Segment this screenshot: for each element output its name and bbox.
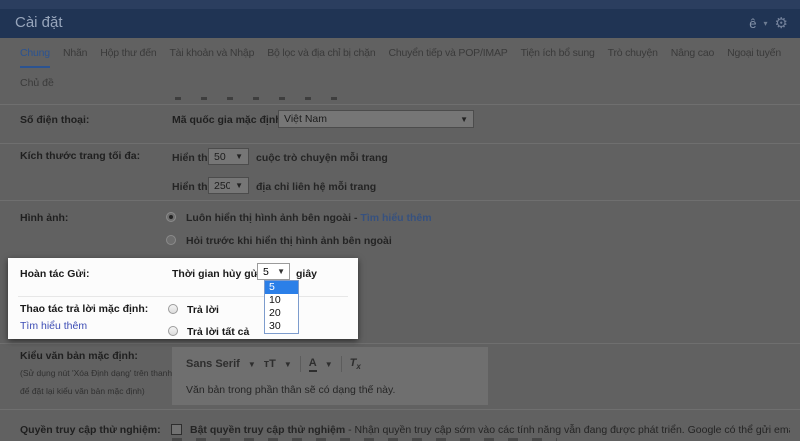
toolbar-separator — [340, 356, 342, 372]
always-show-images-radio[interactable] — [166, 212, 176, 222]
images-row-label: Hình ảnh: — [20, 212, 69, 224]
account-label[interactable]: ê — [749, 16, 756, 31]
experimental-description: Bật quyền truy cập thử nghiệm - Nhận quy… — [190, 424, 790, 436]
country-code-select[interactable]: Việt Nam ▼ — [278, 110, 474, 128]
text-color-icon[interactable]: A — [308, 357, 317, 372]
text-style-note-line2: để đặt lại kiểu văn bản mặc định) — [20, 386, 145, 396]
contacts-per-page-value: 250 — [214, 179, 231, 192]
country-code-value: Việt Nam — [284, 113, 327, 125]
page-size-row-label: Kích thước trang tối đa: — [20, 150, 141, 162]
row-divider — [0, 343, 800, 344]
dropdown-option-30[interactable]: 30 — [265, 320, 298, 333]
conversations-per-page-value: 50 — [214, 150, 226, 163]
tab-tro-chuyen[interactable]: Trò chuyện — [608, 47, 658, 68]
cancellation-period-dropdown: 5 10 20 30 — [264, 280, 299, 334]
images-learn-more-link[interactable]: Tìm hiểu thêm — [360, 212, 431, 224]
settings-tab-bar: Chung Nhãn Hộp thư đến Tài khoản và Nhập… — [20, 47, 781, 68]
text-style-row-label: Kiểu văn bản mặc định: — [20, 350, 138, 362]
experimental-row-label: Quyền truy cập thử nghiệm: — [20, 424, 161, 436]
contacts-per-page-select[interactable]: 250 ▼ — [208, 177, 249, 194]
reply-all-radio-label: Trả lời tất cả — [187, 326, 250, 338]
font-family-button[interactable]: Sans Serif — [186, 358, 240, 370]
experimental-description-text: - Nhận quyền truy cập sớm vào các tính n… — [345, 424, 790, 436]
conversations-suffix: cuộc trò chuyện mỗi trang — [256, 152, 388, 164]
ask-before-images-radio[interactable] — [166, 235, 176, 245]
app-header: Cài đặt ê ▾ ⚙ — [0, 9, 800, 38]
reply-radio-label: Trả lời — [187, 304, 219, 316]
chevron-down-icon[interactable]: ▾ — [764, 19, 768, 28]
show-label-2: Hiển thị — [172, 181, 211, 193]
select-caret-icon: ▼ — [277, 267, 285, 276]
formatting-toolbar: Sans Serif ▼ ᴛT ▼ A ▼ Tx — [186, 356, 361, 372]
select-caret-icon: ▼ — [235, 181, 243, 190]
tab-bo-loc[interactable]: Bộ lọc và địa chỉ bị chặn — [267, 47, 375, 68]
tab-tai-khoan[interactable]: Tài khoản và Nhập — [169, 47, 254, 68]
tab-nang-cao[interactable]: Nâng cao — [671, 47, 715, 68]
gear-icon[interactable]: ⚙ — [775, 14, 788, 32]
cancellation-period-value: 5 — [263, 265, 269, 278]
tab-chu-de[interactable]: Chủ đề — [20, 77, 54, 89]
seconds-unit-label: giây — [296, 268, 318, 280]
gmail-settings-page: Cài đặt ê ▾ ⚙ Chung Nhãn Hộp thư đến Tài… — [0, 0, 800, 441]
remove-formatting-icon[interactable]: Tx — [350, 357, 361, 371]
row-divider — [0, 409, 800, 410]
reply-all-radio[interactable] — [168, 326, 178, 336]
experimental-checkbox-label: Bật quyền truy cập thử nghiệm — [190, 424, 346, 436]
toolbar-separator — [299, 356, 301, 372]
spotlight-highlight-box: Hoàn tác Gửi: Thời gian hủy gửi: 5 ▼ giâ… — [8, 258, 358, 339]
reply-radio[interactable] — [168, 304, 178, 314]
dropdown-option-5[interactable]: 5 — [265, 281, 298, 294]
remove-formatting-x: x — [356, 362, 361, 372]
always-show-images-label: Luôn hiển thị hình ảnh bên ngoài - Tìm h… — [186, 212, 432, 224]
tab-nhan[interactable]: Nhãn — [63, 47, 88, 68]
always-show-images-text: Luôn hiển thị hình ảnh bên ngoài - — [186, 212, 361, 224]
tab-ngoai-tuyen[interactable]: Ngoại tuyến — [727, 47, 781, 68]
page-title: Cài đặt — [15, 14, 63, 31]
row-divider — [0, 104, 800, 105]
default-reply-row-label: Thao tác trả lời mặc định: — [20, 303, 149, 315]
country-code-label: Mã quốc gia mặc định: — [172, 114, 286, 126]
tab-tien-ich[interactable]: Tiện ích bổ sung — [521, 47, 595, 68]
experimental-access-checkbox[interactable] — [171, 424, 182, 435]
dropdown-option-20[interactable]: 20 — [265, 307, 298, 320]
undo-send-row-label: Hoàn tác Gửi: — [20, 268, 90, 280]
reply-learn-more-link[interactable]: Tìm hiểu thêm — [20, 320, 87, 332]
contacts-suffix: địa chỉ liên hệ mỗi trang — [256, 181, 377, 193]
phone-row-label: Số điện thoại: — [20, 114, 90, 126]
row-divider — [0, 143, 800, 144]
text-style-preview: Văn bản trong phần thân sẽ có dạng thế n… — [186, 384, 396, 396]
tab-chung[interactable]: Chung — [20, 47, 50, 68]
row-divider — [0, 200, 800, 201]
font-size-icon[interactable]: ᴛT — [264, 358, 276, 370]
select-caret-icon: ▼ — [235, 152, 243, 161]
font-family-caret-icon[interactable]: ▼ — [248, 360, 256, 369]
select-caret-icon: ▼ — [460, 114, 468, 124]
header-top-strip — [0, 0, 800, 9]
tab-chuyen-tiep[interactable]: Chuyển tiếp và POP/IMAP — [388, 47, 507, 68]
text-style-editor-panel: Sans Serif ▼ ᴛT ▼ A ▼ Tx Văn bản trong p… — [172, 347, 488, 405]
text-color-caret-icon[interactable]: ▼ — [325, 360, 333, 369]
ask-before-images-label: Hỏi trước khi hiển thị hình ảnh bên ngoà… — [186, 235, 392, 247]
font-size-caret-icon[interactable]: ▼ — [284, 360, 292, 369]
cancellation-period-label: Thời gian hủy gửi: — [172, 268, 265, 280]
conversations-per-page-select[interactable]: 50 ▼ — [208, 148, 249, 165]
tab-hop-thu-den[interactable]: Hộp thư đến — [100, 47, 156, 68]
dropdown-option-10[interactable]: 10 — [265, 294, 298, 307]
show-label-1: Hiển thị — [172, 152, 211, 164]
cancellation-period-select[interactable]: 5 ▼ — [257, 263, 290, 280]
clipped-row-artifact — [175, 97, 340, 100]
